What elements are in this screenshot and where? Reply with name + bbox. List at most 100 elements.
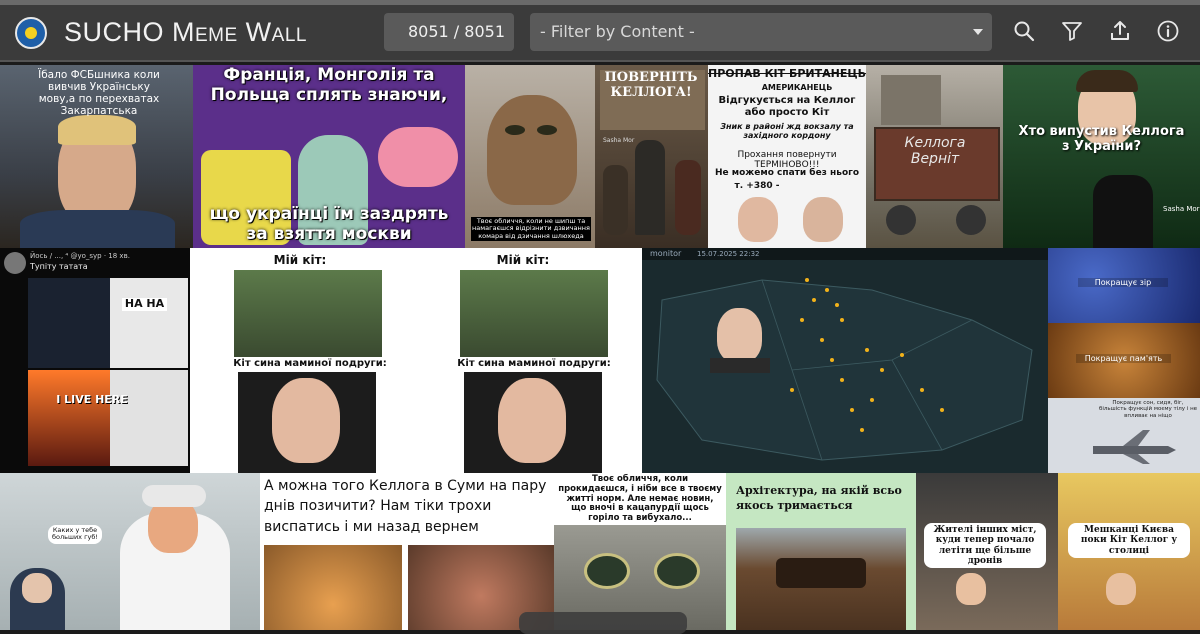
meme-image — [635, 140, 665, 235]
meme-caption: Не можемо спати без нього — [714, 168, 860, 178]
meme-caption: ПРОПАВ КІТ БРИТАНЕЦЬ — [708, 67, 866, 80]
meme-tile[interactable]: Йось / ..., ⁴ @yo_syp · 18 хв. Тупіту та… — [0, 248, 190, 473]
meme-image — [460, 270, 608, 357]
meme-image — [654, 553, 700, 589]
chevron-down-icon — [973, 29, 983, 35]
meme-counter: 8051 / 8051 — [384, 13, 514, 51]
meme-caption: Покращує сон, сидя, біг, більшість функц… — [1098, 400, 1198, 419]
meme-image — [603, 165, 628, 235]
info-icon — [1157, 20, 1179, 42]
post-user: Йось / ..., ⁴ @yo_syp · 18 хв. — [30, 252, 130, 260]
meme-tile[interactable]: Хто випустив Келлога з України? Sasha Mo… — [1003, 65, 1200, 248]
meme-image — [142, 485, 206, 507]
meme-caption: Мешканці Києва поки Кіт Келлог у столиці — [1068, 523, 1190, 559]
meme-tile[interactable]: Келлога Верніт — [866, 65, 1003, 248]
meme-image — [1106, 573, 1136, 605]
meme-image — [881, 75, 941, 125]
meme-caption: що українці їм заздрять за взяття москви — [209, 204, 449, 244]
meme-tile[interactable]: Жителі інших міст, куди тепер почало лет… — [916, 473, 1200, 630]
app-title: SUCHO Meme Wall — [64, 17, 307, 47]
meme-caption: Їбало ФСБшника коли вивчив Українську мо… — [38, 69, 160, 118]
meme-image — [110, 278, 188, 368]
meme-tile[interactable]: monitor 15.07.2025 22:32 — [642, 248, 1048, 473]
meme-image — [675, 160, 701, 235]
drone-map — [656, 278, 1033, 461]
meme-tile[interactable]: Твоє обличчя, коли не шипш та намагаєшся… — [465, 65, 595, 248]
meme-caption: Кіт сина маминої подруги: — [457, 358, 611, 369]
meme-image — [58, 115, 136, 145]
map-date: 15.07.2025 22:32 — [697, 250, 760, 258]
meme-caption: Твоє обличчя, коли прокидаєшся, і ніби в… — [558, 474, 722, 524]
meme-caption: I LIVE HERE — [56, 393, 128, 406]
meme-caption: Твоє обличчя, коли не шипш та намагаєшся… — [471, 217, 591, 242]
meme-caption: Мій кіт: — [496, 253, 550, 267]
meme-caption: Каких у тебе больших губ! — [48, 525, 102, 544]
meme-caption: Франція, Монголія та Польща сплять знаюч… — [210, 65, 448, 105]
meme-tile[interactable]: Каких у тебе больших губ! — [0, 473, 260, 630]
meme-caption: Відгукується на Келлог або просто Кіт — [718, 95, 856, 118]
meme-caption: А можна того Келлога в Суми на пару днів… — [264, 478, 547, 535]
meme-image — [234, 270, 382, 357]
search-icon — [1014, 21, 1035, 42]
meme-image — [110, 370, 188, 466]
meme-image — [28, 278, 110, 368]
meme-caption: Покращує зір — [1078, 278, 1168, 288]
meme-caption: Хто випустив Келлога з України? — [1018, 124, 1185, 154]
meme-image — [28, 370, 110, 466]
meme-image — [738, 197, 778, 242]
post-text: Тупіту татата — [30, 262, 88, 271]
meme-image — [584, 553, 630, 589]
meme-image — [378, 127, 458, 187]
meme-caption: Зник в районі жд вокзалу та західного ко… — [720, 122, 854, 141]
meme-image — [956, 205, 986, 235]
meme-image — [776, 558, 866, 588]
meme-credit: Sasha Mor — [1163, 205, 1200, 213]
meme-image — [717, 308, 762, 363]
share-icon — [1111, 21, 1129, 40]
meme-caption: Покращує пам'ять — [1076, 354, 1171, 364]
app-header: SUCHO Meme Wall 8051 / 8051 - Filter by … — [0, 5, 1200, 60]
meme-tile[interactable]: Франція, Монголія та Польща сплять знаюч… — [193, 65, 465, 248]
meme-caption: ПОВЕРНІТЬ КЕЛЛОГА! — [604, 70, 698, 100]
meme-image — [956, 573, 986, 605]
filter-button[interactable] — [1060, 19, 1084, 43]
meme-caption: Жителі інших міст, куди тепер почало лет… — [924, 523, 1046, 569]
meme-caption: АМЕРИКАНЕЦЬ — [761, 83, 833, 92]
sucho-logo[interactable] — [15, 17, 47, 49]
meme-image — [498, 378, 566, 463]
viewer-toolbar[interactable] — [519, 612, 687, 634]
meme-image — [537, 125, 557, 135]
meme-image — [264, 545, 402, 630]
meme-image — [505, 125, 525, 135]
meme-tile[interactable]: Архітектура, на якій всьо якось тримаєть… — [726, 473, 916, 630]
meme-image — [487, 95, 577, 205]
meme-image — [22, 573, 52, 603]
meme-tile[interactable]: Їбало ФСБшника коли вивчив Українську мо… — [0, 65, 193, 248]
meme-tile[interactable]: А можна того Келлога в Суми на пару днів… — [260, 473, 554, 630]
drone-image — [1093, 430, 1176, 464]
meme-image — [886, 205, 916, 235]
filter-icon — [1062, 22, 1082, 41]
meme-caption: Архітектура, на якій всьо якось тримаєть… — [736, 484, 902, 513]
meme-tile[interactable]: Твоє обличчя, коли прокидаєшся, і ніби в… — [554, 473, 726, 630]
logo-emblem — [25, 27, 37, 39]
meme-tile[interactable]: ПРОПАВ КІТ БРИТАНЕЦЬ АМЕРИКАНЕЦЬ Відгуку… — [708, 65, 866, 248]
meme-image — [272, 378, 340, 463]
meme-image — [710, 358, 770, 373]
meme-tile[interactable]: Покращує зір Покращує пам'ять Покращує с… — [1048, 248, 1200, 473]
meme-caption: Келлога Верніт — [904, 135, 966, 168]
avatar — [4, 252, 26, 274]
map-brand: monitor — [650, 249, 682, 258]
meme-caption: Кіт сина маминої подруги: — [233, 358, 387, 369]
meme-caption: HA HA — [122, 297, 167, 311]
share-button[interactable] — [1108, 19, 1132, 43]
content-filter-select[interactable]: - Filter by Content - — [530, 13, 992, 51]
meme-tile[interactable]: ПОВЕРНІТЬ КЕЛЛОГА! Sasha Mor — [595, 65, 708, 248]
meme-tile[interactable]: Мій кіт: Мій кіт: Кіт сина маминої подру… — [190, 248, 642, 473]
meme-caption: Мій кіт: — [273, 253, 327, 267]
meme-image — [20, 210, 175, 248]
info-button[interactable] — [1156, 19, 1180, 43]
meme-image — [803, 197, 843, 242]
search-button[interactable] — [1012, 19, 1036, 43]
meme-credit: Sasha Mor — [603, 137, 635, 144]
